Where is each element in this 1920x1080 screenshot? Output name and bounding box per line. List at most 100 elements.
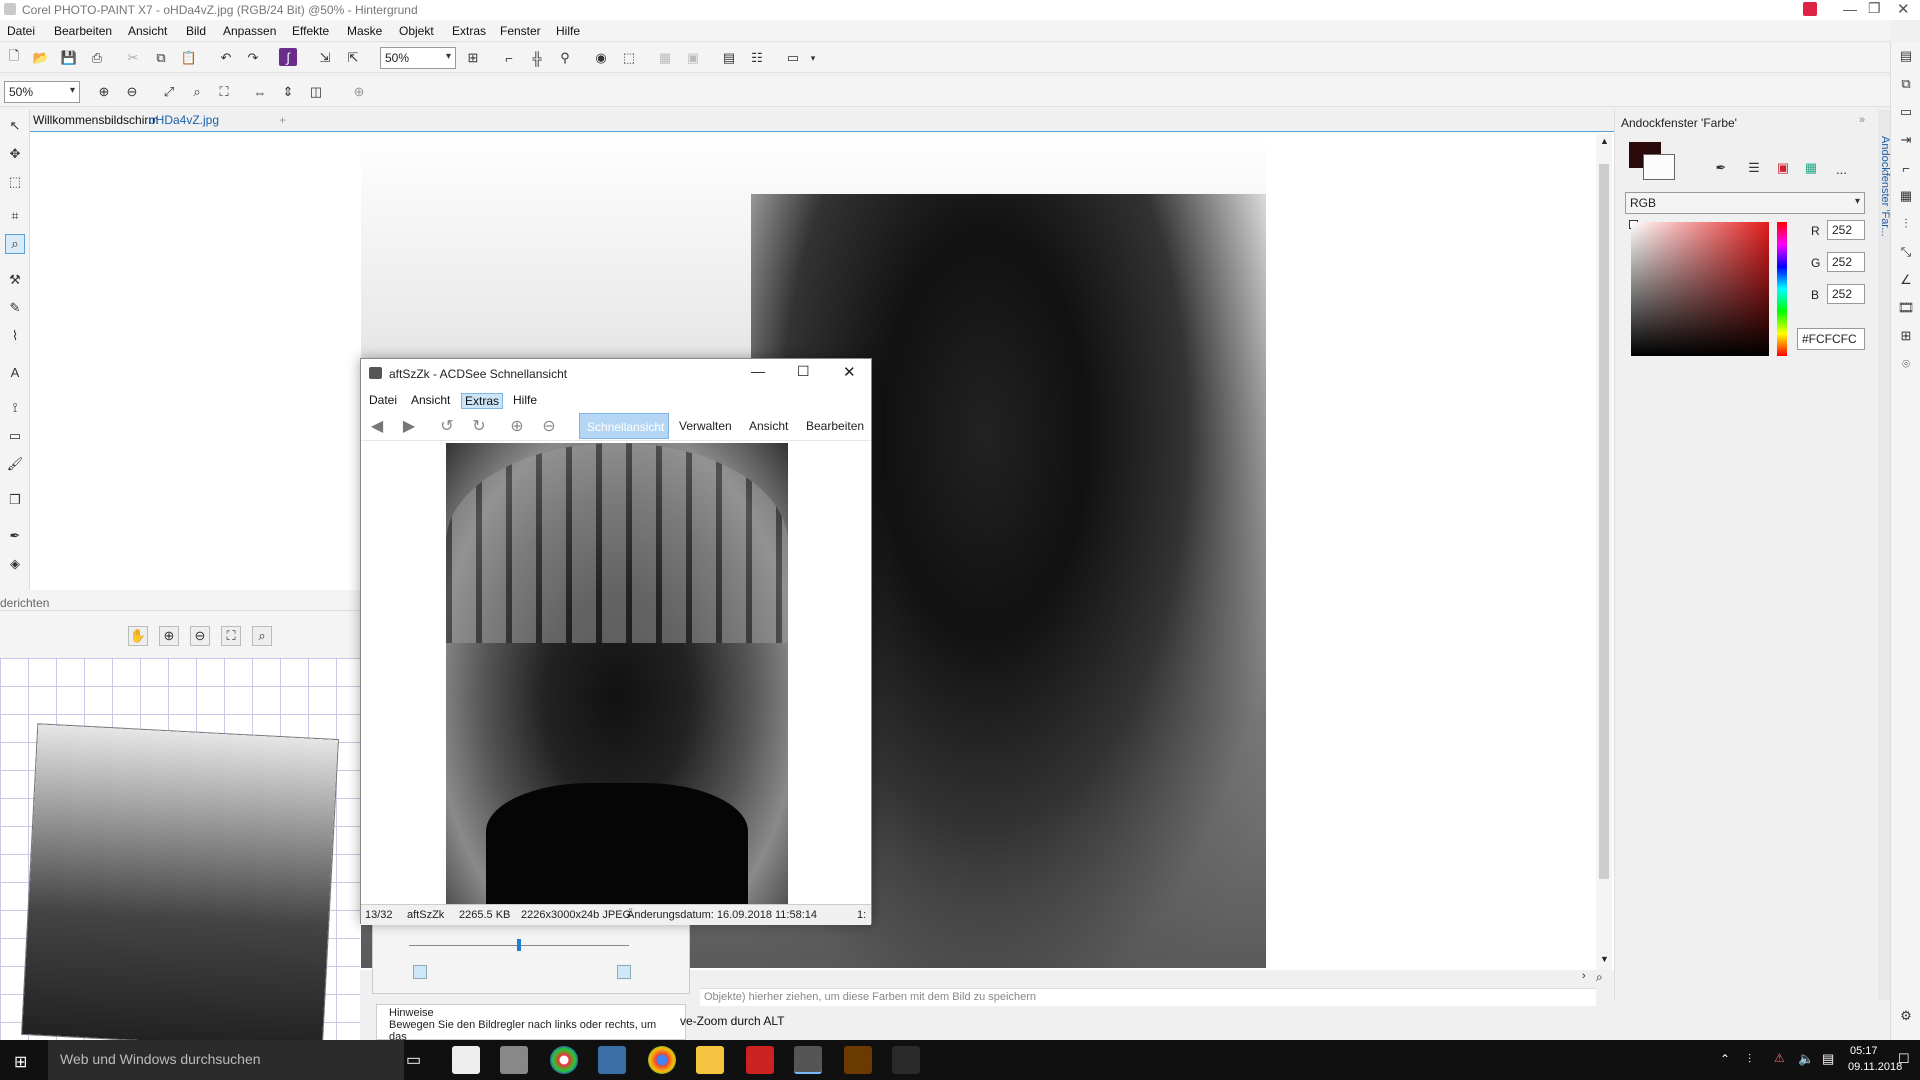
- zoom-selection-icon[interactable]: ⤢: [159, 82, 179, 102]
- redo-icon[interactable]: ↷: [243, 48, 263, 68]
- b-input[interactable]: 252: [1827, 284, 1865, 304]
- acdsee-zoom-out-icon[interactable]: ⊖: [539, 416, 559, 436]
- task-view-icon[interactable]: ▭: [406, 1050, 421, 1070]
- hue-slider[interactable]: [1777, 222, 1787, 356]
- acdsee-zoom-in-icon[interactable]: ⊕: [507, 416, 527, 436]
- acdsee-maximize-icon[interactable]: ☐: [797, 363, 810, 380]
- color-picker-icon[interactable]: ✒: [5, 526, 25, 546]
- zoom-navigator-icon[interactable]: ⌕: [1596, 970, 1614, 986]
- zoom-in-icon[interactable]: ⊕: [94, 82, 114, 102]
- menu-anpassen[interactable]: Anpassen: [223, 24, 276, 38]
- zoom-height-icon[interactable]: ⇕: [278, 82, 298, 102]
- guidelines-panel-icon[interactable]: ⌐: [1896, 158, 1916, 178]
- save-icon[interactable]: 💾: [59, 48, 79, 68]
- volume-icon[interactable]: 🔈: [1798, 1051, 1814, 1067]
- brush-settings-icon[interactable]: ⇥: [1896, 130, 1916, 150]
- nav-actual-icon[interactable]: ⌕: [252, 626, 272, 646]
- grid-panel-icon[interactable]: ▦: [1896, 186, 1916, 206]
- acdsee-menu-ansicht[interactable]: Ansicht: [411, 393, 450, 407]
- tab-ansicht[interactable]: Ansicht: [749, 419, 788, 433]
- options-icon[interactable]: ☷: [747, 48, 767, 68]
- object-lock-icon[interactable]: ▣: [683, 48, 703, 68]
- vlc-icon[interactable]: [844, 1046, 872, 1074]
- nav-fit-icon[interactable]: ⛶: [221, 626, 241, 646]
- color-palette-icon[interactable]: ▦: [1801, 158, 1821, 178]
- fit-page-icon[interactable]: ⊞: [463, 48, 483, 68]
- zoom-100-icon[interactable]: ◫: [306, 82, 326, 102]
- export-icon[interactable]: ⇱: [343, 48, 363, 68]
- channels-icon[interactable]: ▭: [1896, 102, 1916, 122]
- minimize-icon[interactable]: —: [1843, 1, 1857, 17]
- shadow-tool-icon[interactable]: ❒: [5, 490, 25, 510]
- keyboard-icon[interactable]: ▤: [1822, 1051, 1834, 1067]
- nav-zoom-out-icon[interactable]: ⊖: [190, 626, 210, 646]
- mask-marquee-icon[interactable]: ⬚: [619, 48, 639, 68]
- window-layout-icon[interactable]: ▭: [783, 48, 803, 68]
- security-icon[interactable]: ⚠: [1774, 1051, 1785, 1065]
- menu-extras[interactable]: Extras: [452, 24, 486, 38]
- vertical-scrollbar[interactable]: ▲ ▼: [1596, 134, 1612, 970]
- scroll-thumb[interactable]: [1599, 164, 1609, 879]
- network-icon[interactable]: ⫶: [1748, 1052, 1751, 1067]
- color-field[interactable]: [1631, 222, 1769, 356]
- rotate-right-icon[interactable]: ↻: [469, 416, 489, 436]
- tab-schnellansicht[interactable]: Schnellansicht: [579, 413, 669, 439]
- menu-datei[interactable]: Datei: [7, 24, 35, 38]
- forward-icon[interactable]: ▶: [399, 416, 419, 436]
- store-icon[interactable]: [452, 1046, 480, 1074]
- snap-icon[interactable]: ⚲: [555, 48, 575, 68]
- application-launcher-icon[interactable]: ▤: [719, 48, 739, 68]
- transform-icon[interactable]: ⤡: [1896, 242, 1916, 262]
- acdsee-taskbar-icon[interactable]: [794, 1046, 822, 1074]
- menu-ansicht[interactable]: Ansicht: [128, 24, 167, 38]
- chrome-icon[interactable]: [648, 1046, 676, 1074]
- slider-thumb[interactable]: [517, 939, 521, 951]
- acdsee-minimize-icon[interactable]: —: [751, 363, 765, 379]
- close-icon[interactable]: ✕: [1897, 0, 1910, 18]
- script-icon[interactable]: ∫: [279, 48, 297, 66]
- add-tab-icon[interactable]: +: [279, 113, 286, 127]
- paste-icon[interactable]: 📋: [179, 48, 199, 68]
- add-docker-icon[interactable]: ⊞: [1896, 326, 1916, 346]
- rectangle-mask-icon[interactable]: ⬚: [5, 172, 25, 192]
- acrobat-icon[interactable]: [746, 1046, 774, 1074]
- scroll-down-icon[interactable]: ▼: [1600, 954, 1609, 964]
- angle-icon[interactable]: ∠: [1896, 270, 1916, 290]
- move-tool-icon[interactable]: ✥: [5, 144, 25, 164]
- acdsee-menu-datei[interactable]: Datei: [369, 393, 397, 407]
- zoom-width-icon[interactable]: ⇔: [250, 82, 270, 102]
- color-model-select[interactable]: RGB: [1625, 192, 1865, 214]
- acdsee-preview-image[interactable]: [446, 443, 788, 904]
- crop-tool-icon[interactable]: ⌗: [5, 206, 25, 226]
- mask-overlay-icon[interactable]: ◉: [591, 48, 611, 68]
- text-tool-icon[interactable]: A: [5, 362, 25, 382]
- app-tray-icon[interactable]: [500, 1046, 528, 1074]
- object-icon[interactable]: ▦: [655, 48, 675, 68]
- acdsee-menu-hilfe[interactable]: Hilfe: [513, 393, 537, 407]
- tab-welcome[interactable]: Willkommensbildschirm: [33, 113, 158, 127]
- more-options-icon[interactable]: ...: [1836, 162, 1847, 177]
- pick-tool-icon[interactable]: ↖: [5, 116, 25, 136]
- smear-tool-icon[interactable]: ⟟: [5, 398, 25, 418]
- notifications-icon[interactable]: ☐: [1898, 1051, 1910, 1067]
- hex-input[interactable]: #FCFCFC: [1797, 328, 1865, 350]
- editor-icon[interactable]: [598, 1046, 626, 1074]
- cut-icon[interactable]: ✂: [123, 48, 143, 68]
- tray-chevron-icon[interactable]: ⌃: [1720, 1052, 1730, 1066]
- tab-verwalten[interactable]: Verwalten: [679, 419, 732, 433]
- clock-time[interactable]: 05:17: [1850, 1045, 1878, 1057]
- grid-large-icon[interactable]: [617, 965, 631, 979]
- clock-date[interactable]: 09.11.2018: [1848, 1061, 1902, 1073]
- back-icon[interactable]: ◀: [367, 416, 387, 436]
- chevron-down-icon[interactable]: ▾: [803, 48, 823, 68]
- terminal-icon[interactable]: [892, 1046, 920, 1074]
- import-icon[interactable]: ⇲: [315, 48, 335, 68]
- zoom-out-icon[interactable]: ⊖: [122, 82, 142, 102]
- hand-tool-icon[interactable]: ✋: [128, 626, 148, 646]
- user-icon[interactable]: [1803, 2, 1817, 16]
- guidelines-icon[interactable]: ╬: [527, 48, 547, 68]
- zoom-level-combo[interactable]: 50%: [380, 47, 456, 69]
- menu-objekt[interactable]: Objekt: [399, 24, 434, 38]
- docker-collapse-icon[interactable]: »: [1859, 114, 1865, 126]
- redeye-tool-icon[interactable]: ✎: [5, 298, 25, 318]
